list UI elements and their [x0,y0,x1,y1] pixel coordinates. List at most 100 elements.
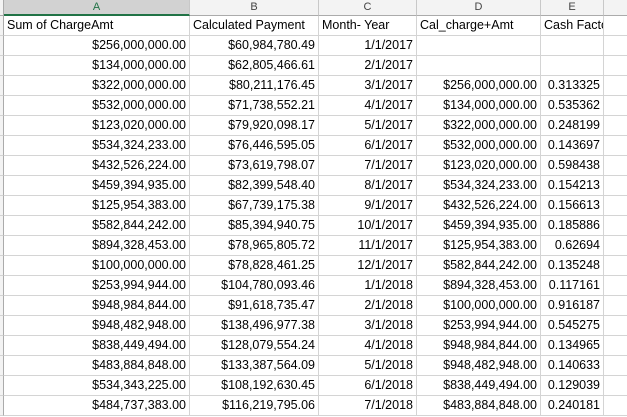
data-row-cell-d[interactable]: $459,394,935.00 [417,216,541,236]
data-row-cell-b[interactable]: $73,619,798.07 [190,156,319,176]
data-row-cell-f[interactable] [604,336,627,356]
data-row-cell-a[interactable]: $459,394,935.00 [4,176,190,196]
data-row-cell-a[interactable]: $894,328,453.00 [4,236,190,256]
data-row-cell-e[interactable]: 0.313325 [541,76,604,96]
data-row-cell-a[interactable]: $948,482,948.00 [4,316,190,336]
data-row-cell-c[interactable]: 1/1/2018 [319,276,417,296]
data-row-cell-e[interactable]: 0.598438 [541,156,604,176]
data-row-cell-e[interactable]: 0.140633 [541,356,604,376]
data-row-cell-a[interactable]: $322,000,000.00 [4,76,190,96]
data-row-cell-d[interactable]: $432,526,224.00 [417,196,541,216]
data-row-cell-a[interactable]: $483,884,848.00 [4,356,190,376]
data-row-cell-d[interactable]: $253,994,944.00 [417,316,541,336]
data-row-cell-a[interactable]: $534,324,233.00 [4,136,190,156]
data-row-cell-c[interactable]: 9/1/2017 [319,196,417,216]
data-row-cell-d[interactable]: $123,020,000.00 [417,156,541,176]
data-row-cell-e[interactable]: 0.117161 [541,276,604,296]
data-row-cell-c[interactable]: 3/1/2017 [319,76,417,96]
column-header-a[interactable]: A [4,0,190,16]
data-row-cell-a[interactable]: $134,000,000.00 [4,56,190,76]
data-row-cell-d[interactable]: $838,449,494.00 [417,376,541,396]
data-row-cell-b[interactable]: $79,920,098.17 [190,116,319,136]
data-row-cell-c[interactable]: 2/1/2017 [319,56,417,76]
data-row-cell-f[interactable] [604,276,627,296]
data-row-cell-e[interactable]: 0.143697 [541,136,604,156]
data-row-cell-c[interactable]: 8/1/2017 [319,176,417,196]
data-row-cell-c[interactable]: 7/1/2018 [319,396,417,416]
data-row-cell-a[interactable]: $432,526,224.00 [4,156,190,176]
data-row-cell-b[interactable]: $80,211,176.45 [190,76,319,96]
data-row-cell-d[interactable]: $125,954,383.00 [417,236,541,256]
data-row-cell-d[interactable]: $948,482,948.00 [417,356,541,376]
data-row-cell-e[interactable]: 0.248199 [541,116,604,136]
data-row-cell-d[interactable]: $322,000,000.00 [417,116,541,136]
data-row-cell-f[interactable] [604,376,627,396]
data-row-cell-f[interactable] [604,176,627,196]
data-row-cell-c[interactable]: 1/1/2017 [319,36,417,56]
data-row-cell-e[interactable] [541,56,604,76]
data-row-cell-e[interactable]: 0.185886 [541,216,604,236]
data-row-cell-d[interactable]: $534,324,233.00 [417,176,541,196]
data-row-cell-f[interactable] [604,156,627,176]
data-row-cell-f[interactable] [604,196,627,216]
data-row-cell-d[interactable]: $894,328,453.00 [417,276,541,296]
data-row-cell-f[interactable] [604,216,627,236]
data-row-cell-d[interactable]: $134,000,000.00 [417,96,541,116]
data-row-cell-b[interactable]: $78,828,461.25 [190,256,319,276]
data-row-cell-b[interactable]: $60,984,780.49 [190,36,319,56]
data-row-cell-a[interactable]: $100,000,000.00 [4,256,190,276]
data-row-cell-f[interactable] [604,96,627,116]
data-row-cell-c[interactable]: 4/1/2018 [319,336,417,356]
header-row-cell-e[interactable]: Cash Factor [541,16,604,36]
data-row-cell-c[interactable]: 12/1/2017 [319,256,417,276]
data-row-cell-f[interactable] [604,396,627,416]
data-row-cell-a[interactable]: $582,844,242.00 [4,216,190,236]
data-row-cell-f[interactable] [604,296,627,316]
column-header-next[interactable] [604,0,627,16]
data-row-cell-f[interactable] [604,116,627,136]
column-header-c[interactable]: C [319,0,417,16]
data-row-cell-a[interactable]: $532,000,000.00 [4,96,190,116]
header-row-cell-f[interactable] [604,16,627,36]
data-row-cell-b[interactable]: $76,446,595.05 [190,136,319,156]
data-row-cell-b[interactable]: $78,965,805.72 [190,236,319,256]
data-row-cell-c[interactable]: 2/1/2018 [319,296,417,316]
data-row-cell-a[interactable]: $125,954,383.00 [4,196,190,216]
data-row-cell-f[interactable] [604,36,627,56]
data-row-cell-f[interactable] [604,236,627,256]
data-row-cell-c[interactable]: 6/1/2017 [319,136,417,156]
data-row-cell-e[interactable]: 0.156613 [541,196,604,216]
data-row-cell-b[interactable]: $133,387,564.09 [190,356,319,376]
data-row-cell-e[interactable]: 0.135248 [541,256,604,276]
data-row-cell-b[interactable]: $104,780,093.46 [190,276,319,296]
data-row-cell-d[interactable]: $532,000,000.00 [417,136,541,156]
data-row-cell-d[interactable] [417,36,541,56]
data-row-cell-c[interactable]: 5/1/2018 [319,356,417,376]
data-row-cell-d[interactable]: $948,984,844.00 [417,336,541,356]
data-row-cell-f[interactable] [604,136,627,156]
data-row-cell-e[interactable]: 0.154213 [541,176,604,196]
data-row-cell-d[interactable] [417,56,541,76]
data-row-cell-c[interactable]: 11/1/2017 [319,236,417,256]
data-row-cell-c[interactable]: 3/1/2018 [319,316,417,336]
data-row-cell-f[interactable] [604,256,627,276]
data-row-cell-b[interactable]: $71,738,552.21 [190,96,319,116]
data-row-cell-d[interactable]: $256,000,000.00 [417,76,541,96]
data-row-cell-c[interactable]: 10/1/2017 [319,216,417,236]
data-row-cell-b[interactable]: $108,192,630.45 [190,376,319,396]
data-row-cell-a[interactable]: $123,020,000.00 [4,116,190,136]
data-row-cell-d[interactable]: $100,000,000.00 [417,296,541,316]
data-row-cell-f[interactable] [604,316,627,336]
column-header-e[interactable]: E [541,0,604,16]
column-header-d[interactable]: D [417,0,541,16]
data-row-cell-a[interactable]: $253,994,944.00 [4,276,190,296]
data-row-cell-f[interactable] [604,356,627,376]
data-row-cell-a[interactable]: $948,984,844.00 [4,296,190,316]
data-row-cell-f[interactable] [604,56,627,76]
data-row-cell-b[interactable]: $138,496,977.38 [190,316,319,336]
data-row-cell-b[interactable]: $128,079,554.24 [190,336,319,356]
data-row-cell-e[interactable]: 0.535362 [541,96,604,116]
data-row-cell-b[interactable]: $85,394,940.75 [190,216,319,236]
data-row-cell-b[interactable]: $116,219,795.06 [190,396,319,416]
data-row-cell-e[interactable] [541,36,604,56]
